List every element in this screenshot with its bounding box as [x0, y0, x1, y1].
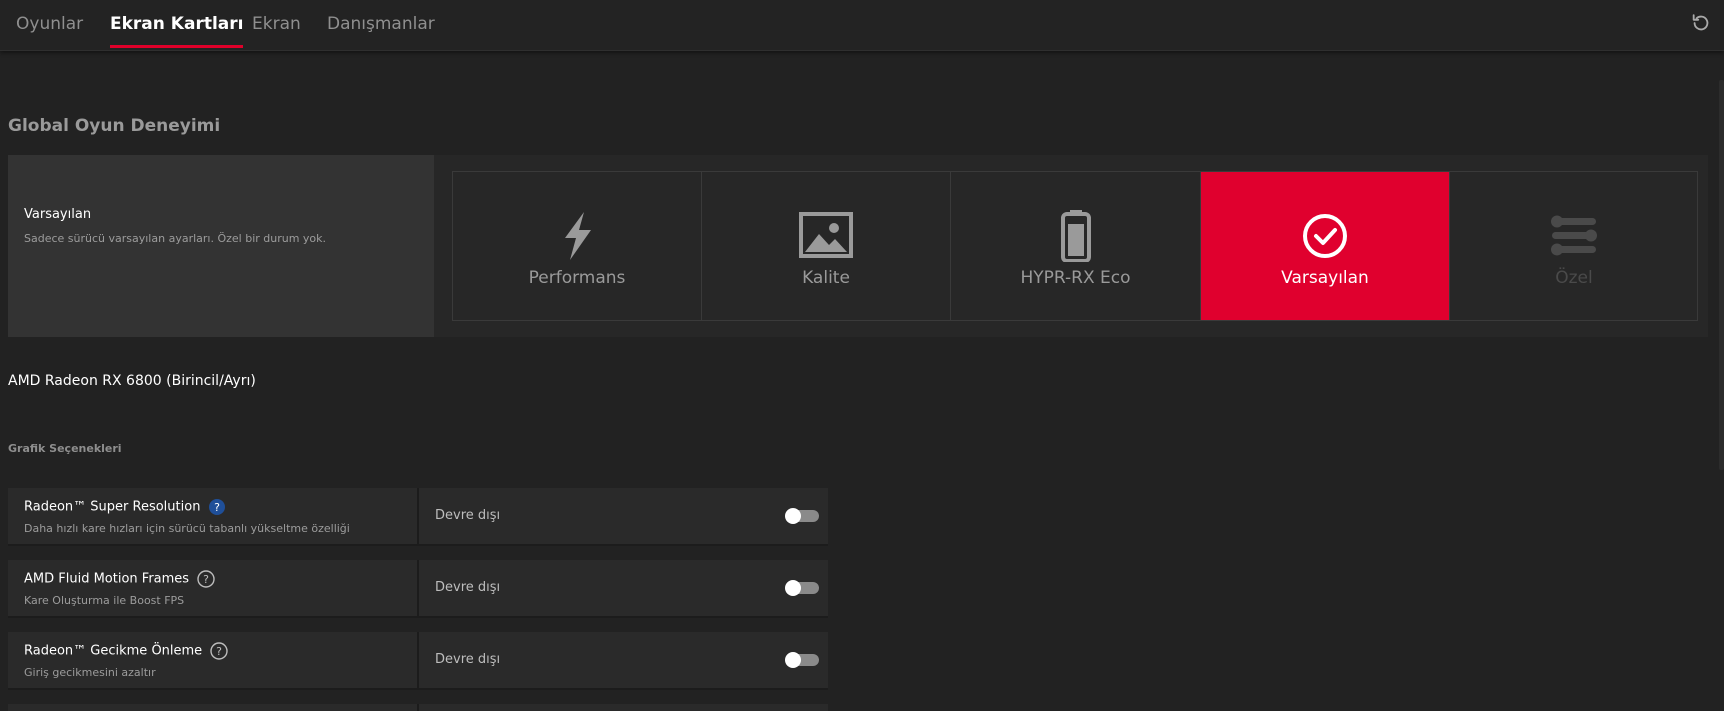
check-circle-icon	[1303, 214, 1347, 258]
tab-ekran-kartlari[interactable]: Ekran Kartları	[110, 0, 244, 51]
super-resolution-toggle[interactable]	[785, 508, 819, 524]
setting-control: Devre dışı	[419, 632, 828, 688]
preset-label: Varsayılan	[1281, 268, 1369, 288]
preset-performans[interactable]: Performans	[453, 172, 702, 320]
help-icon[interactable]: ?	[197, 570, 215, 588]
setting-name: Radeon™ Gecikme Önleme?	[24, 642, 228, 660]
scrollbar[interactable]	[1719, 80, 1724, 470]
setting-name: AMD Fluid Motion Frames?	[24, 570, 215, 588]
top-navigation-bar: Oyunlar Ekran Kartları Ekran Danışmanlar	[0, 0, 1724, 51]
global-preset-panel: Varsayılan Sadece sürücü varsayılan ayar…	[8, 155, 1708, 337]
anti-lag-toggle[interactable]	[785, 652, 819, 668]
preset-kalite[interactable]: Kalite	[702, 172, 951, 320]
setting-control	[419, 704, 828, 711]
help-icon[interactable]: ?	[208, 498, 226, 516]
svg-text:?: ?	[203, 573, 209, 586]
setting-row-fluid-motion-frames: AMD Fluid Motion Frames? Kare Oluşturma …	[8, 560, 828, 618]
setting-description: Daha hızlı kare hızları için sürücü taba…	[24, 522, 350, 535]
battery-icon	[1060, 210, 1091, 262]
preset-options: Performans Kalite HYPR-RX Eco Varsayılan…	[452, 171, 1698, 321]
setting-info: AMD Fluid Motion Frames? Kare Oluşturma …	[8, 560, 417, 616]
preset-hypr-rx-eco[interactable]: HYPR-RX Eco	[951, 172, 1201, 320]
preset-varsayilan[interactable]: Varsayılan	[1201, 172, 1450, 320]
setting-info: Radeon™ Super Resolution? Daha hızlı kar…	[8, 488, 417, 544]
setting-value: Devre dışı	[435, 508, 501, 523]
preset-ozel[interactable]: Özel	[1450, 172, 1698, 320]
section-title-graphics: Grafik Seçenekleri	[8, 442, 122, 455]
preset-label: Kalite	[802, 268, 850, 288]
preset-label: Performans	[528, 268, 626, 288]
setting-info: Radeon™ Gecikme Önleme? Giriş gecikmesin…	[8, 632, 417, 688]
fluid-motion-frames-toggle[interactable]	[785, 580, 819, 596]
setting-value: Devre dışı	[435, 652, 501, 667]
setting-control: Devre dışı	[419, 488, 828, 544]
toggle-knob	[785, 508, 801, 524]
toggle-knob	[785, 580, 801, 596]
help-icon[interactable]: ?	[210, 642, 228, 660]
svg-text:?: ?	[215, 501, 221, 514]
selected-preset-name: Varsayılan	[24, 207, 92, 222]
preset-label: HYPR-RX Eco	[1020, 268, 1131, 288]
tab-danismanlar[interactable]: Danışmanlar	[327, 0, 435, 51]
setting-control: Devre dışı	[419, 560, 828, 616]
tab-oyunlar[interactable]: Oyunlar	[16, 0, 83, 51]
setting-value: Devre dışı	[435, 580, 501, 595]
reset-icon[interactable]	[1690, 12, 1712, 34]
selected-preset-info: Varsayılan Sadece sürücü varsayılan ayar…	[8, 155, 434, 337]
gpu-name: AMD Radeon RX 6800 (Birincil/Ayrı)	[8, 373, 256, 389]
setting-row-next	[8, 704, 828, 711]
preset-label: Özel	[1555, 268, 1593, 288]
setting-info	[8, 704, 417, 711]
setting-description: Kare Oluşturma ile Boost FPS	[24, 594, 185, 607]
lightning-icon	[565, 212, 591, 260]
setting-name: Radeon™ Super Resolution?	[24, 498, 226, 516]
setting-row-super-resolution: Radeon™ Super Resolution? Daha hızlı kar…	[8, 488, 828, 546]
section-title-global: Global Oyun Deneyimi	[8, 116, 221, 136]
svg-text:?: ?	[216, 645, 222, 658]
toggle-knob	[785, 652, 801, 668]
image-icon	[799, 212, 853, 258]
selected-preset-description: Sadece sürücü varsayılan ayarları. Özel …	[24, 232, 327, 245]
sliders-icon	[1551, 215, 1597, 256]
tab-ekran[interactable]: Ekran	[252, 0, 301, 51]
setting-row-anti-lag: Radeon™ Gecikme Önleme? Giriş gecikmesin…	[8, 632, 828, 690]
setting-description: Giriş gecikmesini azaltır	[24, 666, 156, 679]
